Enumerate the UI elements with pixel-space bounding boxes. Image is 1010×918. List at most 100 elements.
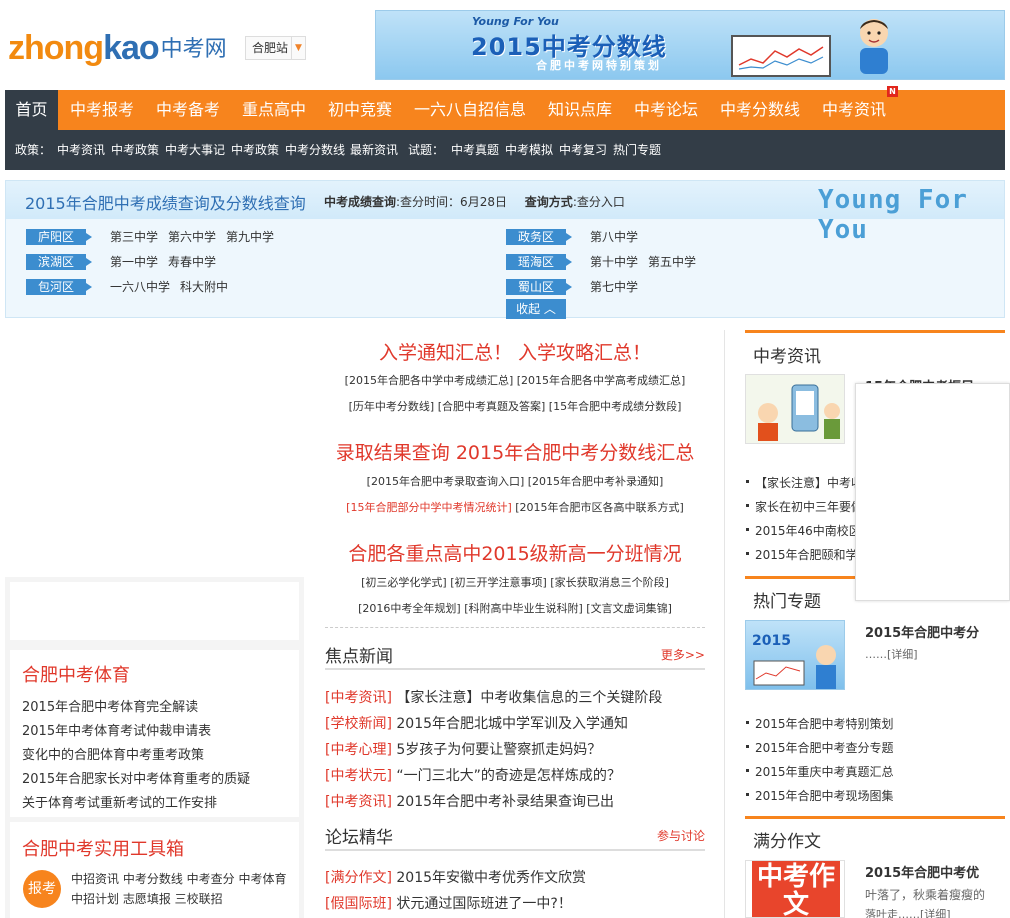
pe-exam-link[interactable]: 2015年中考体育考试仲裁申请表 <box>22 720 211 739</box>
school-link[interactable]: 第一中学 <box>110 255 158 269</box>
pe-exam-link[interactable]: 2015年合肥中考体育完全解读 <box>22 696 198 715</box>
site-logo[interactable]: zhongkao中考网 <box>8 28 227 69</box>
register-badge-icon[interactable]: 报考 <box>23 870 61 908</box>
news-thumbnail-icon[interactable] <box>745 374 845 444</box>
nav-item-register[interactable]: 中考报考 <box>63 90 141 130</box>
right-news-item[interactable]: 家长在初中三年要做 <box>745 498 863 515</box>
subnav-link[interactable]: 热门专题 <box>613 130 661 170</box>
news-text[interactable]: 2015年合肥北城中学军训及入学通知 <box>396 716 628 732</box>
focus-news-more-link[interactable]: 更多>> <box>661 646 705 663</box>
news-category[interactable]: [中考状元] <box>325 768 392 784</box>
nav-item-168-admission[interactable]: 一六八自招信息 <box>407 90 533 130</box>
nav-item-prepare[interactable]: 中考备考 <box>149 90 227 130</box>
quick-links-row[interactable]: [历年中考分数线] [合肥中考真题及答案] [15年合肥中考成绩分数段] <box>325 398 705 414</box>
topic-item[interactable]: 2015年合肥中考现场图集 <box>746 787 894 804</box>
school-link[interactable]: 一六八中学 <box>110 280 170 294</box>
headline-admission[interactable]: 入学通知汇总！ 入学攻略汇总！ <box>325 338 705 365</box>
news-item[interactable]: [中考资讯] 【家长注意】中考收集信息的三个关键阶段 <box>325 687 662 707</box>
district-tag[interactable]: 瑶海区 <box>506 254 572 270</box>
forum-join-link[interactable]: 参与讨论 <box>657 827 705 844</box>
subnav-link[interactable]: 最新资讯 <box>350 130 398 170</box>
topic-feature-title[interactable]: 2015年合肥中考分 <box>865 622 979 641</box>
subnav-link[interactable]: 中考分数线 <box>285 130 345 170</box>
nav-item-news[interactable]: 中考资讯 <box>815 90 893 130</box>
school-link[interactable]: 第五中学 <box>648 255 696 269</box>
query-title[interactable]: 2015年合肥中考成绩查询及分数线查询 <box>25 190 306 214</box>
news-text[interactable]: 2015年合肥中考补录结果查询已出 <box>396 794 614 810</box>
nav-item-competition[interactable]: 初中竞赛 <box>321 90 399 130</box>
pe-exam-link[interactable]: 关于体育考试重新考试的工作安排 <box>22 792 217 811</box>
header-banner[interactable]: Young For You 2015中考分数线 合肥中考网特别策划 <box>375 10 1005 80</box>
news-item[interactable]: [学校新闻] 2015年合肥北城中学军训及入学通知 <box>325 713 628 733</box>
district-tag[interactable]: 政务区 <box>506 229 572 245</box>
news-item[interactable]: [中考资讯] 2015年合肥中考补录结果查询已出 <box>325 791 614 811</box>
subnav-link[interactable]: 中考模拟 <box>505 130 553 170</box>
nav-item-knowledge[interactable]: 知识点库 <box>541 90 619 130</box>
toolbox-links[interactable]: 中招计划 志愿填报 三校联招 <box>71 890 223 907</box>
news-category[interactable]: [中考心理] <box>325 742 392 758</box>
forum-item[interactable]: [满分作文] 2015年安徽中考优秀作文欣赏 <box>325 867 586 887</box>
essay-feature-title[interactable]: 2015年合肥中考优 <box>865 862 979 881</box>
essay-feature-detail[interactable]: 落叶走……[详细] <box>865 906 951 918</box>
topic-feature-detail[interactable]: ……[详细] <box>865 646 918 662</box>
forum-category[interactable]: [满分作文] <box>325 870 392 886</box>
nav-item-forum[interactable]: 中考论坛 <box>627 90 705 130</box>
subnav-link[interactable]: 中考复习 <box>559 130 607 170</box>
news-text[interactable]: 5岁孩子为何要让警察抓走妈妈？ <box>396 742 601 758</box>
district-tag[interactable]: 滨湖区 <box>26 254 92 270</box>
news-category[interactable]: [中考资讯] <box>325 690 392 706</box>
quick-links-row[interactable]: [2015年合肥中考录取查询入口] [2015年合肥中考补录通知] <box>325 473 705 489</box>
nav-item-home[interactable]: 首页 <box>5 90 58 130</box>
school-link[interactable]: 第七中学 <box>590 280 638 294</box>
news-item[interactable]: [中考状元] “一门三北大”的奇迹是怎样炼成的？ <box>325 765 621 785</box>
school-link[interactable]: 第九中学 <box>226 230 274 244</box>
forum-category[interactable]: [假国际班] <box>325 896 392 912</box>
news-category[interactable]: [学校新闻] <box>325 716 392 732</box>
district-tag[interactable]: 包河区 <box>26 279 92 295</box>
topic-item[interactable]: 2015年重庆中考真题汇总 <box>746 763 894 780</box>
essay-thumbnail[interactable]: 中考作文 <box>745 860 845 918</box>
headline-class-split[interactable]: 合肥各重点高中2015级新高一分班情况 <box>325 539 705 566</box>
news-text[interactable]: “一门三北大”的奇迹是怎样炼成的？ <box>396 768 621 784</box>
quick-links-row[interactable]: [初三必学化学式] [初三开学注意事项] [家长获取消息三个阶段] <box>325 574 705 590</box>
school-link[interactable]: 第八中学 <box>590 230 638 244</box>
topic-thumbnail-icon[interactable]: 2015 <box>745 620 845 690</box>
district-tag[interactable]: 蜀山区 <box>506 279 572 295</box>
news-category[interactable]: [中考资讯] <box>325 794 392 810</box>
subnav-link[interactable]: 中考大事记 <box>165 130 225 170</box>
right-news-item[interactable]: 2015年合肥颐和学校 <box>746 546 870 563</box>
pe-exam-link[interactable]: 变化中的合肥体育中考重考政策 <box>22 744 204 763</box>
forum-text[interactable]: 2015年安徽中考优秀作文欣赏 <box>396 870 586 886</box>
query-info2[interactable]: :查分入口 <box>573 195 625 209</box>
city-selector[interactable]: 合肥站 ▼ <box>245 36 306 60</box>
nav-item-key-schools[interactable]: 重点高中 <box>235 90 313 130</box>
news-text[interactable]: 【家长注意】中考收集信息的三个关键阶段 <box>396 690 662 706</box>
subnav-link[interactable]: 中考真题 <box>451 130 499 170</box>
pe-exam-title[interactable]: 合肥中考体育 <box>22 661 130 687</box>
nav-item-score-line[interactable]: 中考分数线 <box>713 90 807 130</box>
headline-scoreline[interactable]: 录取结果查询 2015年合肥中考分数线汇总 <box>325 438 705 465</box>
collapse-button[interactable]: 收起 ︿ <box>506 299 566 319</box>
floating-popup[interactable] <box>855 383 1010 601</box>
toolbox-title[interactable]: 合肥中考实用工具箱 <box>22 835 184 861</box>
school-link[interactable]: 第六中学 <box>168 230 216 244</box>
toolbox-links[interactable]: 中招资讯 中考分数线 中考查分 中考体育 <box>71 870 286 887</box>
school-link[interactable]: 寿春中学 <box>168 255 216 269</box>
subnav-link[interactable]: 中考政策 <box>231 130 279 170</box>
quick-links-row[interactable]: [2016中考全年规划] [科附高中毕业生说科附] [文言文虚词集锦] <box>325 600 705 616</box>
subnav-link[interactable]: 中考资讯 <box>57 130 105 170</box>
news-item[interactable]: [中考心理] 5岁孩子为何要让警察抓走妈妈？ <box>325 739 601 759</box>
school-link[interactable]: 第十中学 <box>590 255 638 269</box>
pe-exam-link[interactable]: 2015年合肥家长对中考体育重考的质疑 <box>22 768 250 787</box>
school-link[interactable]: 第三中学 <box>110 230 158 244</box>
subnav-link[interactable]: 中考政策 <box>111 130 159 170</box>
quick-links-row[interactable]: [2015年合肥各中学中考成绩汇总] [2015年合肥各中学高考成绩汇总] <box>325 372 705 388</box>
forum-item[interactable]: [假国际班] 状元通过国际班进了一中?！ <box>325 893 572 913</box>
quick-link[interactable]: [2015年合肥市区各高中联系方式] <box>512 501 684 514</box>
topic-item[interactable]: 2015年合肥中考特别策划 <box>746 715 894 732</box>
forum-text[interactable]: 状元通过国际班进了一中?！ <box>396 896 571 912</box>
topic-item[interactable]: 2015年合肥中考查分专题 <box>746 739 894 756</box>
quick-link-highlight[interactable]: [15年合肥部分中学中考情况统计] <box>346 501 512 514</box>
district-tag[interactable]: 庐阳区 <box>26 229 92 245</box>
school-link[interactable]: 科大附中 <box>180 280 228 294</box>
